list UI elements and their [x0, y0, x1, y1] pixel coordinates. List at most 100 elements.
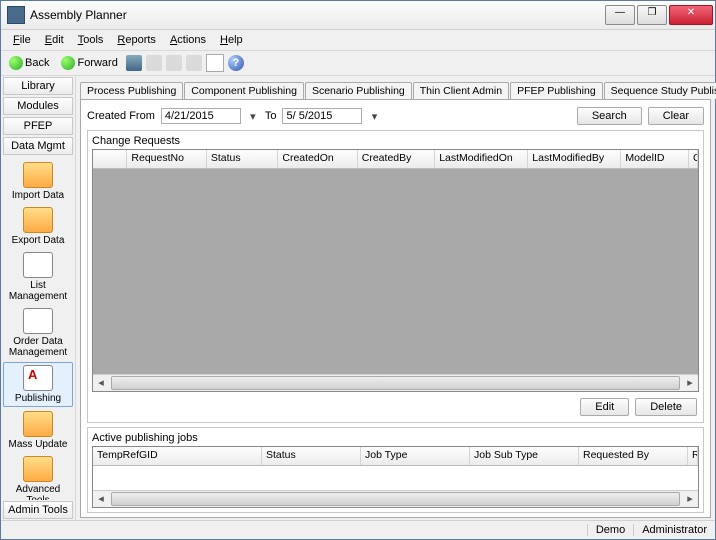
col-rowheader[interactable]	[93, 150, 127, 168]
date-to-dropdown-icon[interactable]: ▾	[368, 110, 380, 123]
jobs-grid-body-empty	[93, 466, 698, 490]
sidebar-admin-tools[interactable]: Admin Tools	[3, 501, 73, 519]
menu-edit[interactable]: Edit	[39, 32, 70, 48]
launcher-publishing[interactable]: Publishing	[3, 362, 73, 407]
col-lastmodifiedon[interactable]: LastModifiedOn	[435, 150, 528, 168]
launcher-order-data-management[interactable]: Order Data Management	[4, 306, 72, 360]
close-button[interactable]: ✕	[669, 5, 713, 25]
col-job-sub-type[interactable]: Job Sub Type	[470, 447, 579, 465]
search-button[interactable]: Search	[577, 107, 642, 125]
col-requested-by[interactable]: Requested By	[579, 447, 688, 465]
launcher-advanced-tools[interactable]: Advanced Tools	[4, 454, 72, 500]
col-status[interactable]: Status	[207, 150, 279, 168]
tab-component-publishing[interactable]: Component Publishing	[184, 82, 304, 99]
col-createdon[interactable]: CreatedOn	[278, 150, 357, 168]
jobs-grid-header: TempRefGID Status Job Type Job Sub Type …	[93, 447, 698, 466]
paste-icon	[186, 55, 202, 71]
save-icon[interactable]	[126, 55, 142, 71]
forward-button[interactable]: Forward	[57, 55, 121, 71]
app-icon	[7, 6, 25, 24]
col-createdby[interactable]: CreatedBy	[358, 150, 435, 168]
toolbar: Back Forward ?	[1, 51, 715, 76]
sidebar: Library Modules PFEP Data Mgmt Import Da…	[1, 76, 76, 520]
status-role: Administrator	[633, 524, 707, 536]
grid-body-empty	[93, 169, 698, 374]
scroll-thumb[interactable]	[111, 492, 680, 506]
delete-button[interactable]: Delete	[635, 398, 697, 416]
menu-tools[interactable]: Tools	[72, 32, 110, 48]
sidebar-modules[interactable]: Modules	[3, 97, 73, 115]
col-requestno[interactable]: RequestNo	[127, 150, 206, 168]
active-jobs-label: Active publishing jobs	[92, 432, 699, 444]
forward-icon	[61, 56, 75, 70]
jobs-grid[interactable]: TempRefGID Status Job Type Job Sub Type …	[92, 446, 699, 508]
menu-actions[interactable]: Actions	[164, 32, 212, 48]
scroll-thumb[interactable]	[111, 376, 680, 390]
database-icon	[23, 162, 53, 188]
maximize-button[interactable]: ❐	[637, 5, 667, 25]
app-title: Assembly Planner	[30, 8, 605, 22]
change-requests-label: Change Requests	[92, 135, 699, 147]
scroll-left-icon[interactable]: ◂	[93, 376, 109, 390]
minimize-button[interactable]: —	[605, 5, 635, 25]
sidebar-library[interactable]: Library	[3, 77, 73, 95]
date-to-input[interactable]: 5/ 5/2015	[282, 108, 362, 124]
col-job-status[interactable]: Status	[262, 447, 361, 465]
launcher-export-data[interactable]: Export Data	[4, 205, 72, 248]
change-requests-group: Change Requests RequestNo Status Created…	[87, 130, 704, 423]
sidebar-launchers: Import Data Export Data List Management …	[1, 156, 75, 500]
list-icon	[23, 252, 53, 278]
date-from-input[interactable]: 4/21/2015	[161, 108, 241, 124]
tab-pfep-publishing[interactable]: PFEP Publishing	[510, 82, 603, 99]
grid-header: RequestNo Status CreatedOn CreatedBy Las…	[93, 150, 698, 169]
clear-button[interactable]: Clear	[648, 107, 704, 125]
launcher-import-data[interactable]: Import Data	[4, 160, 72, 203]
window-controls: — ❐ ✕	[605, 5, 713, 25]
filter-row: Created From 4/21/2015 ▾ To 5/ 5/2015 ▾ …	[87, 104, 704, 128]
database-icon	[23, 207, 53, 233]
grid-hscrollbar[interactable]: ◂ ▸	[93, 374, 698, 391]
cr-actions: Edit Delete	[92, 392, 699, 418]
edit-button[interactable]: Edit	[580, 398, 629, 416]
tools-icon	[23, 456, 53, 482]
tab-sequence-study-publishing[interactable]: Sequence Study Publishing	[604, 82, 716, 99]
menu-help[interactable]: Help	[214, 32, 249, 48]
jobs-hscrollbar[interactable]: ◂ ▸	[93, 490, 698, 507]
publishing-icon	[23, 365, 53, 391]
titlebar[interactable]: Assembly Planner — ❐ ✕	[1, 1, 715, 30]
menubar: File Edit Tools Reports Actions Help	[1, 30, 715, 51]
date-from-dropdown-icon[interactable]: ▾	[247, 110, 259, 123]
body: Library Modules PFEP Data Mgmt Import Da…	[1, 76, 715, 520]
col-job-type[interactable]: Job Type	[361, 447, 470, 465]
copy-icon	[166, 55, 182, 71]
scroll-right-icon[interactable]: ▸	[682, 492, 698, 506]
col-routing-id[interactable]: Routing ID	[688, 447, 698, 465]
label-to: To	[265, 110, 277, 122]
active-jobs-group: Active publishing jobs TempRefGID Status…	[87, 427, 704, 513]
scroll-right-icon[interactable]: ▸	[682, 376, 698, 390]
back-button[interactable]: Back	[5, 55, 53, 71]
menu-reports[interactable]: Reports	[111, 32, 162, 48]
tab-process-publishing[interactable]: Process Publishing	[80, 82, 183, 99]
change-requests-grid[interactable]: RequestNo Status CreatedOn CreatedBy Las…	[92, 149, 699, 392]
tab-thin-client-admin[interactable]: Thin Client Admin	[413, 82, 509, 99]
menu-file[interactable]: File	[7, 32, 37, 48]
tabstrip: Process Publishing Component Publishing …	[80, 79, 711, 99]
col-modelid[interactable]: ModelID	[621, 150, 689, 168]
tab-scenario-publishing[interactable]: Scenario Publishing	[305, 82, 412, 99]
col-operatorid[interactable]: OperatorID	[689, 150, 698, 168]
sidebar-data-mgmt[interactable]: Data Mgmt	[3, 137, 73, 155]
page-icon[interactable]	[206, 54, 224, 72]
table-icon	[23, 308, 53, 334]
scroll-left-icon[interactable]: ◂	[93, 492, 109, 506]
status-user: Demo	[587, 524, 625, 536]
main: Process Publishing Component Publishing …	[76, 76, 715, 520]
launcher-list-management[interactable]: List Management	[4, 250, 72, 304]
sidebar-pfep[interactable]: PFEP	[3, 117, 73, 135]
col-temprefgid[interactable]: TempRefGID	[93, 447, 262, 465]
help-icon[interactable]: ?	[228, 55, 244, 71]
label-created-from: Created From	[87, 110, 155, 122]
col-lastmodifiedby[interactable]: LastModifiedBy	[528, 150, 621, 168]
statusbar: Demo Administrator	[1, 520, 715, 539]
launcher-mass-update[interactable]: Mass Update	[4, 409, 72, 452]
